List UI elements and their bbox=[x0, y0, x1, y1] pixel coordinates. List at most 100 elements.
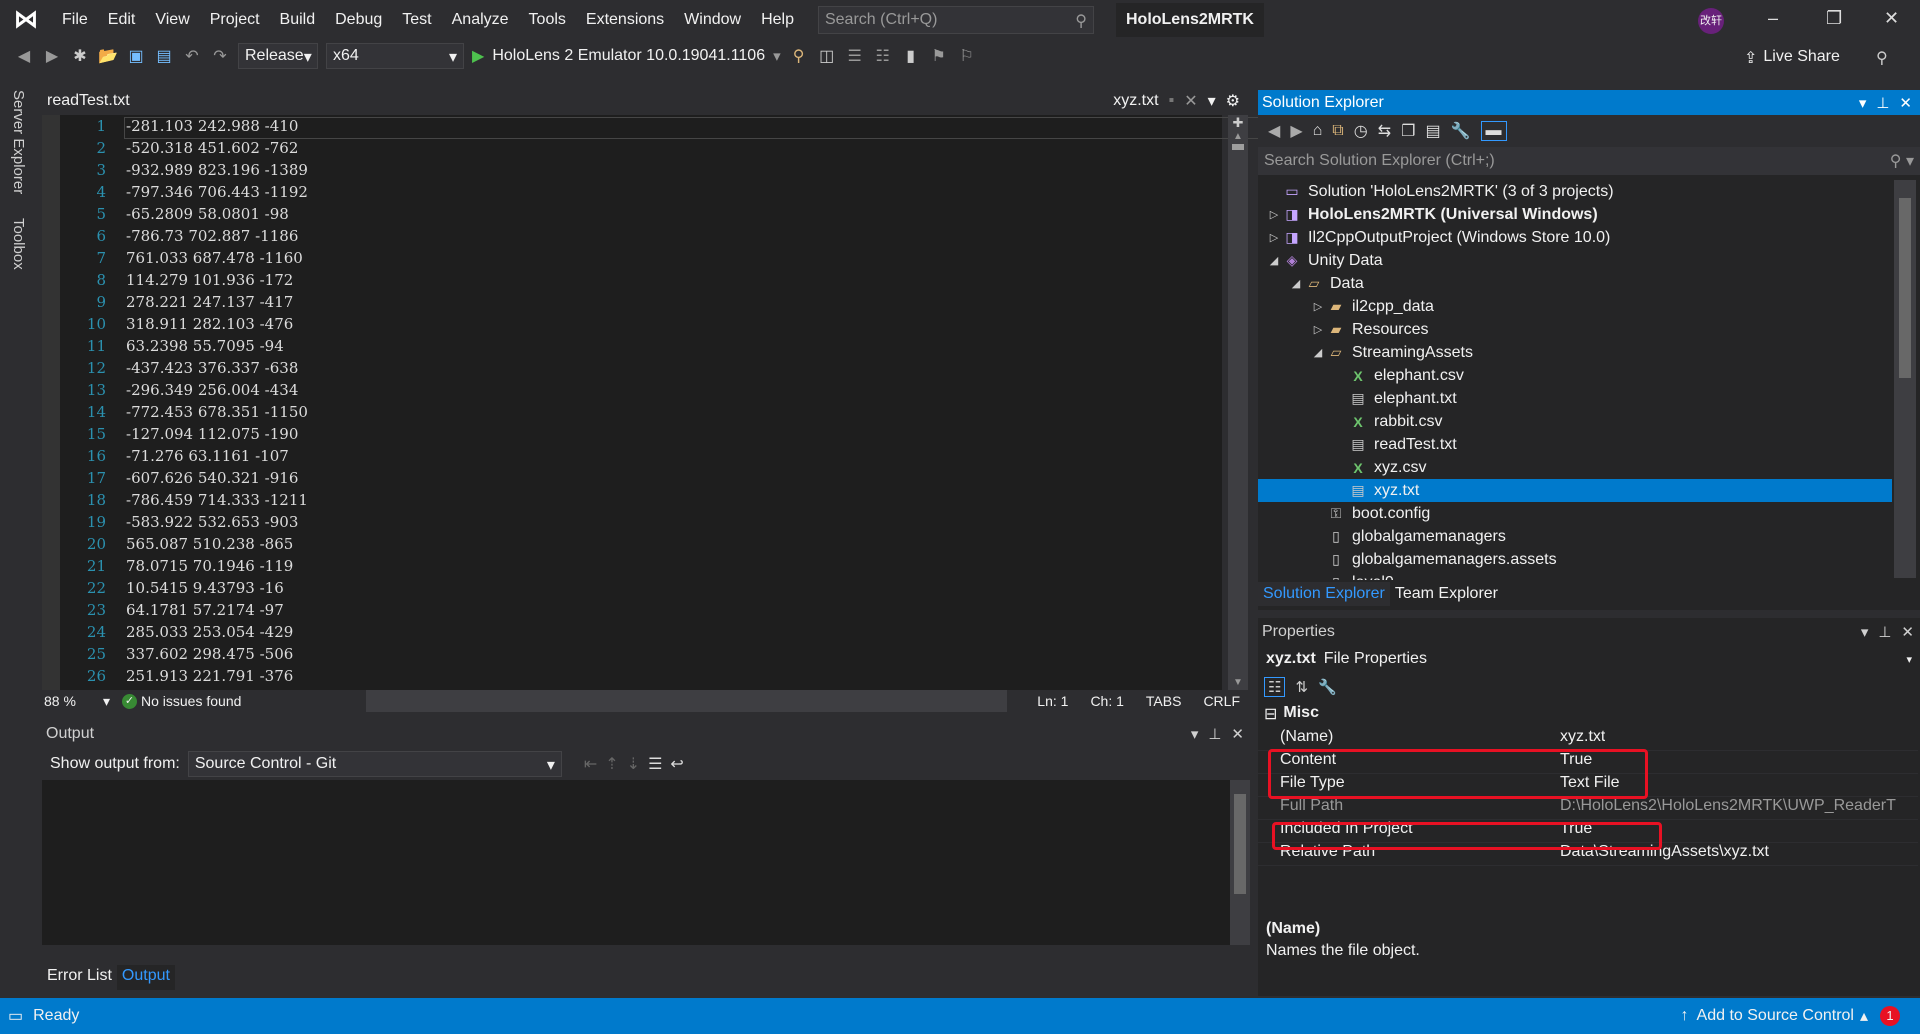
collapse-all-icon[interactable]: ❐ bbox=[1401, 121, 1415, 141]
sync-icon[interactable]: ⇆ bbox=[1378, 121, 1391, 141]
expand-icon[interactable]: ▷ bbox=[1310, 300, 1326, 313]
object-selector[interactable]: xyz.txt File Properties ▾ bbox=[1258, 646, 1920, 672]
prev-message-icon[interactable]: ⇡ bbox=[605, 754, 618, 774]
menu-edit[interactable]: Edit bbox=[98, 11, 146, 29]
tree-item[interactable]: ▷ ◨ Il2CppOutputProject (Windows Store 10.… bbox=[1258, 226, 1892, 249]
menu-project[interactable]: Project bbox=[200, 11, 270, 29]
dropdown-icon[interactable]: ▾ bbox=[1859, 94, 1867, 112]
editor-horizontal-scrollbar[interactable] bbox=[366, 690, 1008, 712]
tree-item[interactable]: ▷ ▰ il2cpp_data bbox=[1258, 295, 1892, 318]
tree-item[interactable]: Xelephant.csv bbox=[1258, 364, 1892, 387]
tree-item[interactable]: ▯ globalgamemanagers.assets bbox=[1258, 548, 1892, 571]
uncomment-icon[interactable]: ☷ bbox=[873, 46, 893, 66]
menu-test[interactable]: Test bbox=[392, 11, 441, 29]
split-icon[interactable]: ✚ bbox=[1228, 115, 1248, 131]
tree-item[interactable]: ⚿ boot.config bbox=[1258, 502, 1892, 525]
tree-item[interactable]: ▤ xyz.txt bbox=[1258, 479, 1892, 502]
scroll-thumb[interactable] bbox=[1899, 198, 1911, 378]
forward-icon[interactable]: ▶ bbox=[42, 46, 62, 66]
issues-indicator[interactable]: ✓ No issues found bbox=[116, 693, 366, 709]
chevron-down-icon[interactable]: ▾ bbox=[773, 47, 781, 65]
clear-all-icon[interactable]: ☰ bbox=[648, 754, 662, 774]
toolbox-tab[interactable]: Toolbox bbox=[10, 218, 27, 270]
redo-icon[interactable]: ↷ bbox=[210, 46, 230, 66]
pin-icon[interactable]: ⊥ bbox=[1208, 725, 1221, 743]
find-in-files-icon[interactable]: ⚲ bbox=[789, 46, 809, 66]
document-title[interactable]: readTest.txt bbox=[47, 92, 130, 110]
add-to-source-control-button[interactable]: Add to Source Control bbox=[1697, 1007, 1854, 1025]
run-target-button[interactable]: HoloLens 2 Emulator 10.0.19041.1106 bbox=[492, 47, 765, 65]
keep-open-icon[interactable]: ▪ bbox=[1169, 92, 1175, 110]
preview-icon[interactable]: ▬ bbox=[1480, 121, 1507, 141]
undo-icon[interactable]: ↶ bbox=[182, 46, 202, 66]
gear-icon[interactable]: ⚙ bbox=[1226, 91, 1240, 111]
close-icon[interactable]: ✕ bbox=[1231, 725, 1244, 743]
show-all-files-icon[interactable]: ▤ bbox=[1425, 121, 1440, 141]
bookmark-prev-icon[interactable]: ⚑ bbox=[929, 46, 949, 66]
output-text-area[interactable] bbox=[42, 780, 1232, 945]
category-misc[interactable]: ⊟ Misc bbox=[1264, 704, 1319, 724]
tree-scrollbar[interactable] bbox=[1894, 180, 1916, 578]
properties-wrench-icon[interactable]: 🔧 bbox=[1451, 121, 1471, 141]
expand-icon[interactable]: ▷ bbox=[1310, 323, 1326, 336]
menu-file[interactable]: File bbox=[52, 11, 98, 29]
close-tab-icon[interactable]: ✕ bbox=[1184, 91, 1197, 111]
switch-views-icon[interactable]: ⧉ bbox=[1332, 122, 1343, 140]
find-message-icon[interactable]: ⇤ bbox=[584, 754, 597, 774]
menu-analyze[interactable]: Analyze bbox=[442, 11, 519, 29]
save-icon[interactable]: ▣ bbox=[126, 46, 146, 66]
property-row[interactable]: Full Path D:\HoloLens2\HoloLens2MRTK\UWP_… bbox=[1258, 797, 1918, 820]
server-explorer-tab[interactable]: Server Explorer bbox=[10, 90, 27, 194]
configuration-dropdown[interactable]: Release ▾ bbox=[238, 43, 318, 69]
collapse-icon[interactable]: ◢ bbox=[1288, 277, 1304, 290]
close-icon[interactable]: ✕ bbox=[1899, 94, 1912, 112]
zoom-dropdown[interactable]: 88 % ▾ bbox=[42, 693, 116, 710]
property-pages-icon[interactable]: 🔧 bbox=[1318, 678, 1337, 696]
browser-icon[interactable]: ◫ bbox=[817, 46, 837, 66]
feedback-icon[interactable]: ⚲ bbox=[1876, 48, 1888, 68]
back-icon[interactable]: ◀ bbox=[1268, 121, 1280, 141]
back-icon[interactable]: ◀ bbox=[14, 46, 34, 66]
property-value[interactable]: D:\HoloLens2\HoloLens2MRTK\UWP_ReaderT bbox=[1554, 797, 1896, 819]
comment-icon[interactable]: ☰ bbox=[845, 46, 865, 66]
bookmark-icon[interactable]: ▮ bbox=[901, 46, 921, 66]
tree-item[interactable]: ▷ ▰ Resources bbox=[1258, 318, 1892, 341]
notification-badge[interactable]: 1 bbox=[1880, 1006, 1900, 1026]
menu-debug[interactable]: Debug bbox=[325, 11, 392, 29]
tab-output[interactable]: Output bbox=[116, 965, 175, 990]
restore-button[interactable]: ❐ bbox=[1826, 8, 1842, 29]
pin-icon[interactable]: ⊥ bbox=[1876, 94, 1889, 112]
live-share-button[interactable]: ⇪ Live Share bbox=[1744, 48, 1840, 68]
play-icon[interactable]: ▶ bbox=[472, 46, 484, 66]
close-icon[interactable]: ✕ bbox=[1901, 623, 1914, 641]
scroll-thumb[interactable] bbox=[1234, 794, 1246, 894]
tree-item[interactable]: ▤ readTest.txt bbox=[1258, 433, 1892, 456]
new-project-icon[interactable]: ✱ bbox=[70, 46, 90, 66]
pin-icon[interactable]: ⊥ bbox=[1878, 623, 1891, 641]
tree-item[interactable]: ◢ ▱ StreamingAssets bbox=[1258, 341, 1892, 364]
property-row[interactable]: (Name) xyz.txt bbox=[1258, 728, 1918, 751]
tree-item[interactable]: ▤ elephant.txt bbox=[1258, 387, 1892, 410]
tree-item[interactable]: ▭ Solution 'HoloLens2MRTK' (3 of 3 projec… bbox=[1258, 180, 1892, 203]
save-all-icon[interactable]: ▤ bbox=[154, 46, 174, 66]
platform-dropdown[interactable]: x64 ▾ bbox=[326, 43, 464, 69]
tab-xyz-txt[interactable]: xyz.txt bbox=[1113, 92, 1158, 110]
tab-solution-explorer[interactable]: Solution Explorer bbox=[1258, 582, 1390, 606]
tree-item[interactable]: Xxyz.csv bbox=[1258, 456, 1892, 479]
categorized-icon[interactable]: ☷ bbox=[1264, 677, 1286, 697]
indent-indicator[interactable]: TABS bbox=[1146, 693, 1182, 709]
menu-extensions[interactable]: Extensions bbox=[576, 11, 674, 29]
expand-icon[interactable]: ▷ bbox=[1266, 231, 1282, 244]
tree-item[interactable]: Xrabbit.csv bbox=[1258, 410, 1892, 433]
tree-item[interactable]: ▯ level0 bbox=[1258, 571, 1892, 581]
menu-help[interactable]: Help bbox=[751, 11, 804, 29]
tab-error-list[interactable]: Error List bbox=[42, 965, 117, 990]
minimize-button[interactable]: – bbox=[1768, 8, 1778, 29]
scroll-down-icon[interactable]: ▼ bbox=[1228, 677, 1248, 688]
dropdown-icon[interactable]: ▾ bbox=[1191, 725, 1199, 743]
tree-item[interactable]: ◢ ▱ Data bbox=[1258, 272, 1892, 295]
scroll-thumb[interactable] bbox=[1232, 144, 1244, 150]
menu-build[interactable]: Build bbox=[270, 11, 326, 29]
code-editor[interactable]: 1 -281.103 242.988 -410 2 -520.318 451.602 … bbox=[42, 115, 1264, 690]
word-wrap-icon[interactable]: ↩ bbox=[670, 754, 683, 774]
